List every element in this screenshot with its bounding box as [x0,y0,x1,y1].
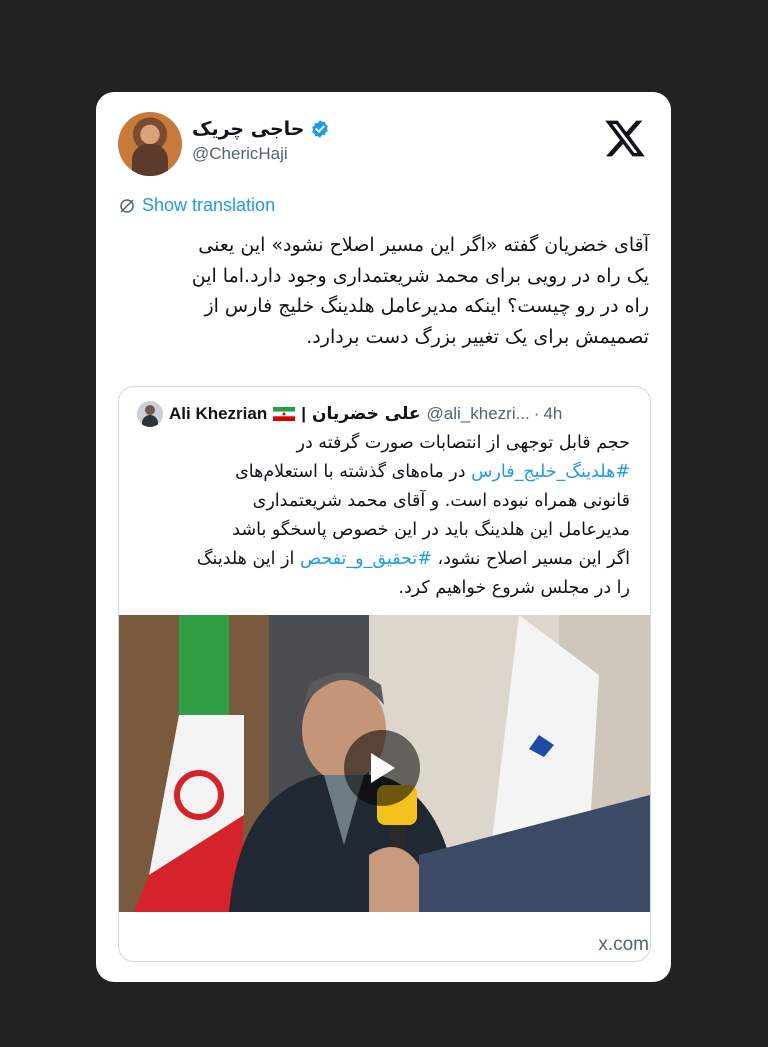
source-domain: x.com [598,934,649,955]
quoted-tweet-text: حجم قابل توجهی از انتصابات صورت گرفته در… [143,429,630,603]
show-translation-link[interactable]: Show translation [118,195,275,216]
hashtag-link[interactable]: #هلدینگ_خلیج_فارس [471,462,630,482]
quoted-author-name-en: Ali Khezrian [169,404,268,423]
quoted-text-line: حجم قابل توجهی از انتصابات صورت گرفته در [296,433,631,453]
tweet-card: حاجی چریک @ChericHaji Show translation آ… [96,92,671,982]
name-separator: | [301,404,307,423]
tweet-header: حاجی چریک @ChericHaji [118,112,649,180]
tweet-text-line: تصمیمش برای یک تغییر بزرگ دست بردارد. [306,325,649,348]
tweet-text-line: یک راه در رویی برای محمد شریعتمداری وجود… [191,264,649,287]
tweet-text-line: راه در رو چیست؟ اینکه مدیرعامل هلدینگ خل… [204,295,649,317]
play-icon [371,753,395,783]
author-handle[interactable]: @ChericHaji [192,144,330,164]
tweet-text-line: آقای خضریان گفته «اگر این مسیر اصلاح نشو… [198,234,649,256]
quoted-text-line: #هلدینگ_خلیج_فارس در ماه‌های گذشته با اس… [235,462,630,482]
quoted-author-name-fa: علی خضریان [312,404,421,424]
translate-icon [120,198,134,213]
author-names: حاجی چریک @ChericHaji [192,118,330,164]
quoted-text-line: اگر این مسیر اصلاح نشود، #تحقیق_و_تفحص ا… [196,549,630,569]
iran-flag-icon [273,407,296,421]
play-button[interactable] [344,730,420,806]
author-avatar[interactable] [118,112,182,176]
quoted-tweet-header: Ali Khezrian | علی خضریان @ali_khezri...… [137,401,562,427]
quoted-text-line: مدیرعامل این هلدینگ باید در این خصوص پاس… [232,520,630,540]
hashtag-link[interactable]: #تحقیق_و_تفحص [300,549,432,569]
show-translation-label: Show translation [142,195,276,215]
video-thumbnail[interactable] [119,615,650,912]
verified-badge-icon [312,120,329,138]
quoted-text-line: را در مجلس شروع خواهیم کرد. [398,578,630,598]
tweet-text: آقای خضریان گفته «اگر این مسیر اصلاح نشو… [122,230,649,352]
quoted-author-avatar [137,401,163,427]
x-logo-icon[interactable] [603,116,647,160]
author-display-name[interactable]: حاجی چریک [192,118,304,140]
quoted-tweet[interactable]: Ali Khezrian | علی خضریان @ali_khezri...… [118,386,651,962]
quoted-text-line: قانونی همراه نبوده است. و آقای محمد شریع… [252,491,630,511]
quoted-tweet-time: 4h [543,404,563,423]
meta-dot: · [533,404,540,423]
quoted-author-handle: @ali_khezri... [426,404,530,423]
